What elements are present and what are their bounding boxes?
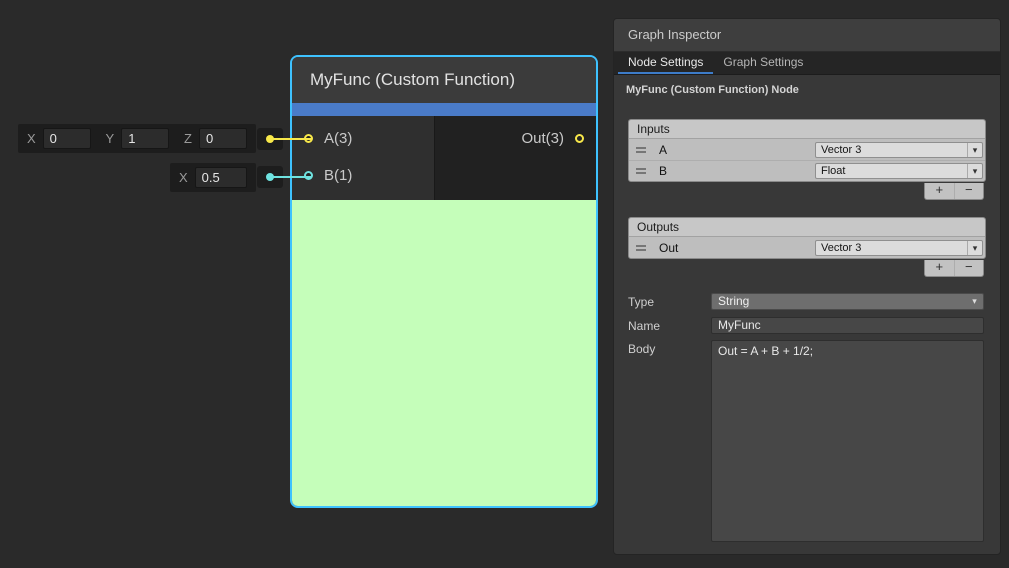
tab-graph-settings[interactable]: Graph Settings xyxy=(713,52,813,74)
output-port-row: Out(3) xyxy=(435,120,596,157)
vector3-z-pair: Z 0 xyxy=(184,128,247,149)
type-label: Type xyxy=(628,295,711,309)
input-port-b-row: B(1) xyxy=(292,157,434,194)
myfunc-node[interactable]: MyFunc (Custom Function) A(3) B(1) Out(3… xyxy=(290,55,598,508)
output-out-type-dropdown[interactable]: Vector 3 ▾ xyxy=(815,240,983,256)
graph-inspector-panel: Graph Inspector Node Settings Graph Sett… xyxy=(613,18,1001,555)
inspector-title: Graph Inspector xyxy=(628,27,721,42)
input-port-a-row: A(3) xyxy=(292,120,434,157)
output-port-label: Out(3) xyxy=(521,130,564,147)
chevron-down-icon: ▾ xyxy=(967,143,982,157)
node-preview xyxy=(292,200,596,506)
name-field[interactable]: MyFunc xyxy=(711,317,984,334)
add-input-button[interactable]: + xyxy=(925,183,954,199)
output-out-name: Out xyxy=(659,241,678,255)
vector3-x-pair: X 0 xyxy=(27,128,91,149)
float-x-field[interactable]: 0.5 xyxy=(195,167,247,188)
dropdown-value: String xyxy=(712,294,966,309)
axis-label-x: X xyxy=(27,131,36,146)
body-field[interactable]: Out = A + B + 1/2; xyxy=(711,340,984,542)
name-row: Name MyFunc xyxy=(628,317,984,334)
outputs-list-footer: + − xyxy=(924,260,984,277)
input-a-type-dropdown[interactable]: Vector 3 ▾ xyxy=(815,142,983,158)
input-port-a-label: A(3) xyxy=(324,130,352,147)
inputs-list-header: Inputs xyxy=(629,120,985,139)
input-a-name: A xyxy=(659,143,667,157)
name-label: Name xyxy=(628,319,711,333)
node-accent-bar xyxy=(292,103,596,116)
outputs-list-header: Outputs xyxy=(629,218,985,237)
inspector-content: MyFunc (Custom Function) Node Inputs A V… xyxy=(614,76,1000,554)
float-input-widget: X 0.5 xyxy=(170,163,256,192)
shader-graph-window: X 0 Y 1 Z 0 X 0.5 MyFunc (Custom Functio… xyxy=(0,0,1009,568)
chevron-down-icon: ▾ xyxy=(966,294,983,309)
vector3-y-pair: Y 1 xyxy=(106,128,170,149)
input-b-name: B xyxy=(659,164,667,178)
node-settings-heading: MyFunc (Custom Function) Node xyxy=(626,84,799,96)
vector3-input-widget: X 0 Y 1 Z 0 xyxy=(18,124,256,153)
chevron-down-icon: ▾ xyxy=(967,241,982,255)
drag-handle-icon[interactable] xyxy=(636,245,646,251)
remove-output-button[interactable]: − xyxy=(954,260,984,276)
input-port-b-label: B(1) xyxy=(324,167,352,184)
inputs-list-footer: + − xyxy=(924,183,984,200)
axis-label-z: Z xyxy=(184,131,192,146)
dropdown-value: Vector 3 xyxy=(816,241,967,255)
vector3-x-field[interactable]: 0 xyxy=(43,128,91,149)
inspector-tabbar: Node Settings Graph Settings xyxy=(614,52,1000,75)
outputs-list: Outputs Out Vector 3 ▾ xyxy=(628,217,986,259)
vector3-y-field[interactable]: 1 xyxy=(121,128,169,149)
inputs-list: Inputs A Vector 3 ▾ B Float ▾ xyxy=(628,119,986,182)
remove-input-button[interactable]: − xyxy=(954,183,984,199)
edge-a-wire[interactable] xyxy=(269,138,312,140)
float-x-pair: X 0.5 xyxy=(179,167,247,188)
output-port-icon[interactable] xyxy=(575,134,584,143)
axis-label-x: X xyxy=(179,170,188,185)
outputs-list-row-out[interactable]: Out Vector 3 ▾ xyxy=(629,237,985,258)
add-output-button[interactable]: + xyxy=(925,260,954,276)
type-row: Type String ▾ xyxy=(628,293,984,310)
edge-b-wire[interactable] xyxy=(269,176,312,178)
inspector-header[interactable]: Graph Inspector xyxy=(614,19,1000,52)
node-ports-area: A(3) B(1) Out(3) xyxy=(292,116,596,200)
node-output-ports: Out(3) xyxy=(435,116,596,200)
body-label: Body xyxy=(628,342,711,356)
node-title[interactable]: MyFunc (Custom Function) xyxy=(292,57,596,103)
chevron-down-icon: ▾ xyxy=(967,164,982,178)
type-dropdown[interactable]: String ▾ xyxy=(711,293,984,310)
dropdown-value: Vector 3 xyxy=(816,143,967,157)
inputs-list-row-a[interactable]: A Vector 3 ▾ xyxy=(629,139,985,160)
drag-handle-icon[interactable] xyxy=(636,168,646,174)
node-input-ports: A(3) B(1) xyxy=(292,116,435,200)
dropdown-value: Float xyxy=(816,164,967,178)
input-b-type-dropdown[interactable]: Float ▾ xyxy=(815,163,983,179)
tab-node-settings[interactable]: Node Settings xyxy=(618,52,713,74)
axis-label-y: Y xyxy=(106,131,115,146)
drag-handle-icon[interactable] xyxy=(636,147,646,153)
inputs-list-row-b[interactable]: B Float ▾ xyxy=(629,160,985,181)
vector3-z-field[interactable]: 0 xyxy=(199,128,247,149)
